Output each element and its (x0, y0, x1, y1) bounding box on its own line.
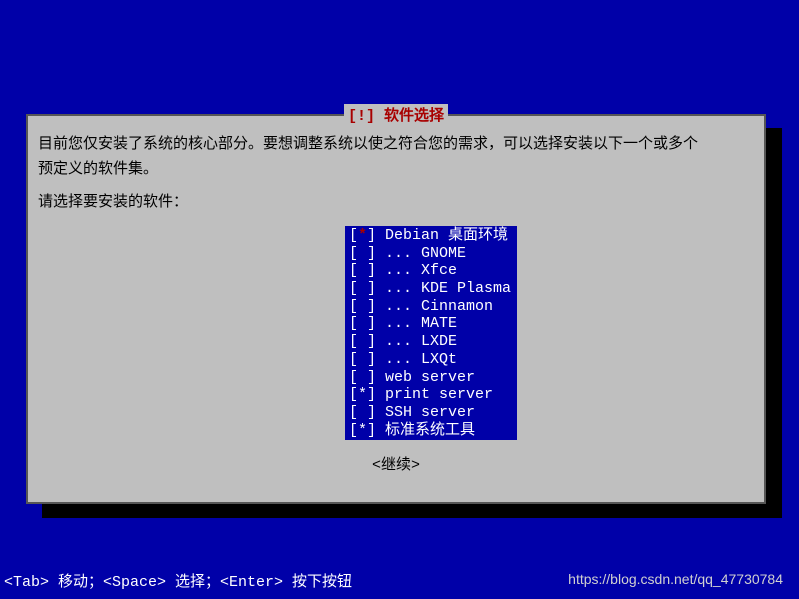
software-selection-dialog: [!] 软件选择 目前您仅安装了系统的核心部分。要想调整系统以使之符合您的需求，… (26, 114, 766, 504)
list-item[interactable]: [ ] web server (349, 369, 511, 387)
watermark: https://blog.csdn.net/qq_47730784 (568, 571, 783, 587)
list-item[interactable]: [ ] ... MATE (349, 315, 511, 333)
dialog-description-line2: 预定义的软件集。 (38, 159, 754, 180)
keyboard-hints: <Tab> 移动；<Space> 选择；<Enter> 按下按钮 (4, 570, 352, 591)
list-item-label: ... Cinnamon (385, 298, 493, 315)
list-item[interactable]: [ ] ... KDE Plasma (349, 280, 511, 298)
checkbox-mark: * (358, 227, 367, 244)
dialog-prompt: 请选择要安装的软件： (38, 192, 754, 213)
dialog-description-line1: 目前您仅安装了系统的核心部分。要想调整系统以使之符合您的需求，可以选择安装以下一… (38, 134, 754, 155)
list-item-label: ... LXDE (385, 333, 457, 350)
list-item-label: ... KDE Plasma (385, 280, 511, 297)
continue-button[interactable]: <继续> (372, 457, 420, 474)
list-item[interactable]: [*] 标准系统工具 (349, 422, 511, 440)
list-item[interactable]: [*] print server (349, 386, 511, 404)
list-item-label: ... MATE (385, 315, 457, 332)
list-item[interactable]: [ ] ... GNOME (349, 245, 511, 263)
list-item-label: ... LXQt (385, 351, 457, 368)
list-item[interactable]: [ ] ... Cinnamon (349, 298, 511, 316)
list-item[interactable]: [*] Debian 桌面环境 (349, 227, 511, 245)
list-item-label: web server (385, 369, 475, 386)
list-item[interactable]: [ ] ... Xfce (349, 262, 511, 280)
list-item[interactable]: [ ] SSH server (349, 404, 511, 422)
list-item-label: ... Xfce (385, 262, 457, 279)
list-item-label: print server (385, 386, 493, 403)
list-item-label: Debian 桌面环境 (385, 227, 508, 244)
list-item[interactable]: [ ] ... LXDE (349, 333, 511, 351)
list-item-label: 标准系统工具 (385, 422, 475, 439)
software-list[interactable]: [*] Debian 桌面环境 [ ] ... GNOME [ ] ... Xf… (345, 226, 517, 440)
list-item[interactable]: [ ] ... LXQt (349, 351, 511, 369)
dialog-title: [!] 软件选择 (344, 104, 448, 125)
list-item-label: SSH server (385, 404, 475, 421)
list-item-label: ... GNOME (385, 245, 466, 262)
